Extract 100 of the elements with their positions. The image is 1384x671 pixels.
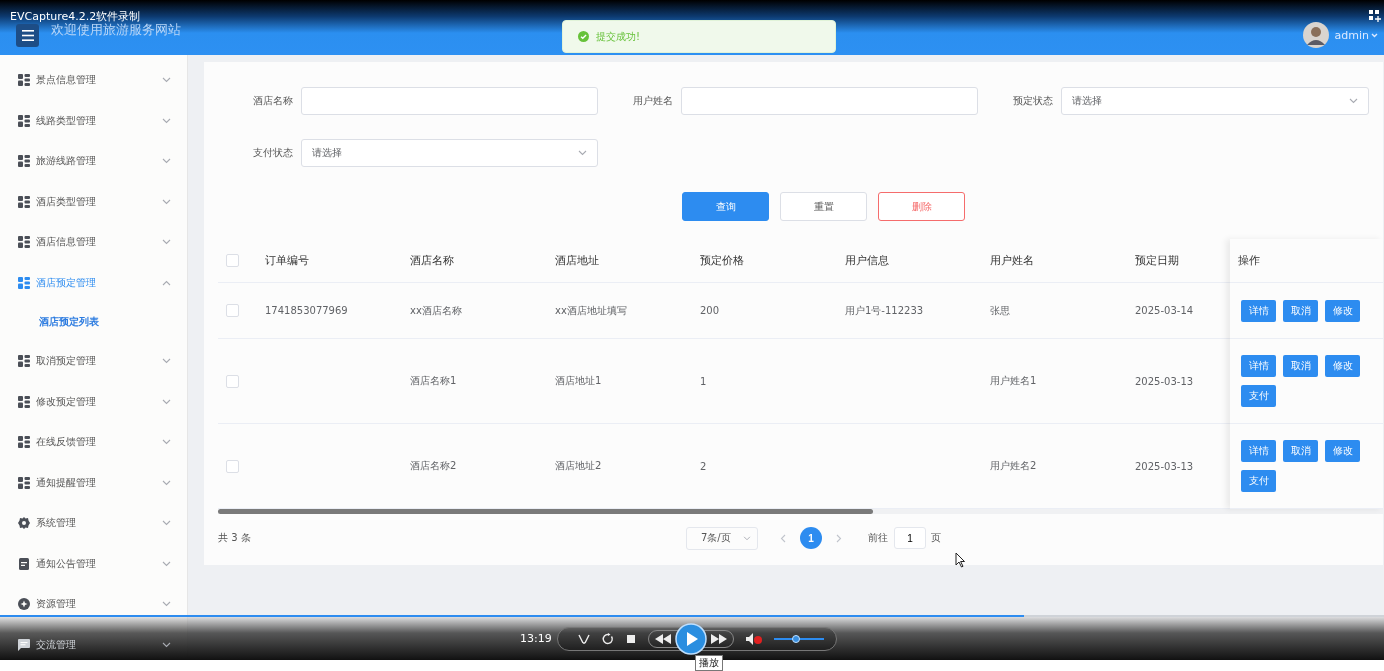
grid-icon: [18, 276, 30, 289]
field-label: 酒店名称: [252, 94, 294, 108]
muted-speaker-icon[interactable]: [746, 632, 762, 645]
column-header: 酒店地址: [555, 253, 600, 268]
sidebar-item[interactable]: 修改预定管理: [0, 381, 187, 422]
select-field[interactable]: 请选择: [1061, 87, 1369, 115]
grid-icon: [18, 436, 30, 449]
grid-icon: [18, 155, 30, 168]
page-input[interactable]: 1: [894, 527, 926, 549]
column-header: 预定价格: [700, 253, 745, 268]
chevron-down-icon: [162, 198, 171, 205]
chevron-down-icon: [578, 150, 587, 156]
grid-icon[interactable]: [1369, 10, 1381, 22]
sidebar-item[interactable]: 通知公告管理: [0, 543, 187, 584]
page-size-select[interactable]: 7条/页: [686, 526, 758, 550]
chevron-up-icon: [162, 279, 171, 286]
chevron-down-icon: [162, 439, 171, 446]
total-count: 共 3 条: [218, 531, 252, 545]
table-cell: 用户姓名2: [990, 460, 1037, 471]
chevron-down-icon: [743, 535, 751, 541]
input-field[interactable]: [301, 87, 598, 115]
recorder-label: EVCapture4.2.2软件录制: [10, 9, 141, 23]
sidebar-item[interactable]: 酒店类型管理: [0, 181, 187, 222]
checkbox[interactable]: [226, 304, 239, 317]
column-header: 操作: [1237, 253, 1261, 268]
play-icon[interactable]: [675, 622, 707, 655]
column-header: 预定日期: [1135, 253, 1180, 268]
tooltip: 播放: [695, 655, 723, 671]
chat-icon: [18, 638, 30, 651]
table-cell: xx酒店名称: [410, 304, 462, 316]
checkbox[interactable]: [226, 254, 239, 267]
table-cell: 酒店名称1: [410, 375, 457, 386]
table-cell: 酒店地址2: [555, 460, 602, 471]
grid-icon: [18, 355, 30, 368]
chevron-down-icon: [162, 560, 171, 567]
sidebar-item[interactable]: 资源管理: [0, 584, 187, 625]
volume-slider[interactable]: [774, 633, 824, 644]
sidebar-item[interactable]: 景点信息管理: [0, 60, 187, 101]
sidebar-item[interactable]: 旅游线路管理: [0, 141, 187, 182]
goto-label: 前往: [868, 531, 888, 545]
table-cell: 2025-03-14: [1135, 305, 1194, 316]
field-label: 预定状态: [1012, 94, 1054, 108]
table-cell: 用户1号-112233: [845, 304, 924, 316]
input-field[interactable]: [681, 87, 978, 115]
table-cell: xx酒店地址填写: [555, 304, 627, 316]
table-cell: 张思: [990, 304, 1010, 316]
chevron-down-icon: [162, 158, 171, 165]
gear-icon: [18, 517, 30, 530]
sidebar-item[interactable]: 酒店信息管理: [0, 222, 187, 263]
site-title: 欢迎使用旅游服务网站: [51, 22, 181, 39]
volume-thumb[interactable]: [792, 634, 800, 643]
chevron-down-icon: [1349, 98, 1358, 104]
field-label: 用户姓名: [632, 94, 674, 108]
scrollbar[interactable]: [218, 509, 1383, 514]
column-header: 用户姓名: [990, 253, 1035, 268]
chevron-down-icon: [162, 239, 171, 246]
menu-icon: [21, 29, 34, 41]
column-header: 订单编号: [265, 253, 310, 268]
chevron-down-icon: [162, 77, 171, 84]
repeat-icon[interactable]: [602, 632, 614, 645]
sidebar-item[interactable]: 系统管理: [0, 503, 187, 544]
sidebar-item[interactable]: 线路类型管理: [0, 100, 187, 141]
chevron-down-icon: [162, 398, 171, 405]
table-cell: 酒店地址1: [555, 375, 602, 386]
action-button[interactable]: 重置: [780, 192, 867, 221]
sidebar-item[interactable]: 取消预定管理: [0, 341, 187, 382]
avatar-icon[interactable]: [1302, 22, 1329, 48]
check-icon: [578, 31, 589, 42]
rewind-icon[interactable]: [655, 633, 671, 644]
checkbox[interactable]: [226, 459, 239, 473]
table-cell: 2025-03-13: [1135, 460, 1194, 472]
page-suffix: 页: [931, 531, 941, 545]
sidebar-item[interactable]: 在线反馈管理: [0, 422, 187, 463]
column-header: 用户信息: [845, 253, 890, 268]
table-cell: 1: [700, 375, 707, 387]
chevron-down-icon: [162, 117, 171, 124]
grid-icon: [18, 395, 30, 408]
sidebar-item[interactable]: 通知提醒管理: [0, 462, 187, 503]
grid-icon: [18, 195, 30, 208]
column-header: 酒店名称: [410, 253, 455, 268]
checkbox[interactable]: [226, 374, 239, 388]
compass-icon: [18, 598, 30, 611]
chevron-down-icon: [162, 601, 171, 608]
stop-icon[interactable]: [626, 633, 636, 644]
chevron-down-icon: [162, 479, 171, 486]
grid-icon: [18, 236, 30, 249]
table-cell: 用户姓名1: [990, 375, 1037, 386]
chevron-down-icon: [162, 358, 171, 365]
sidebar-item[interactable]: 酒店预定管理: [0, 262, 187, 303]
table-cell: 200: [700, 305, 720, 316]
fast-forward-icon[interactable]: [711, 633, 727, 644]
sidebar-subitem[interactable]: 酒店预定列表: [0, 303, 187, 341]
select-field[interactable]: 请选择: [301, 139, 598, 167]
table-cell: 2025-03-13: [1135, 375, 1194, 387]
menu-button[interactable]: [16, 23, 39, 47]
grid-icon: [18, 114, 30, 127]
playback-time: 13:19: [520, 632, 553, 645]
toast-message: 提交成功!: [596, 29, 640, 44]
grid-icon: [18, 476, 30, 489]
table-cell: 酒店名称2: [410, 460, 457, 471]
